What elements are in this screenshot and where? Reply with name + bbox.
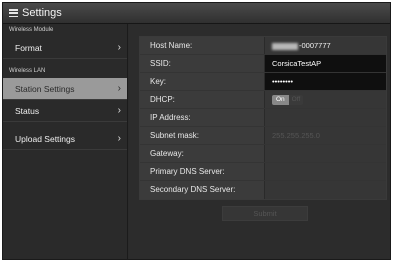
form-row-subnet-mask: Subnet mask: 255.255.255.0 (140, 127, 386, 145)
gateway-field[interactable] (264, 145, 386, 162)
hamburger-menu-icon[interactable] (9, 9, 18, 17)
subnet-mask-label: Subnet mask: (140, 127, 264, 144)
ip-address-field[interactable] (264, 109, 386, 126)
ip-address-label: IP Address: (140, 109, 264, 126)
host-name-suffix: -0007777 (299, 41, 331, 50)
dhcp-toggle[interactable]: On Off (272, 95, 304, 106)
key-field[interactable]: •••••••• (264, 73, 386, 90)
dhcp-label: DHCP: (140, 91, 264, 108)
sidebar-item-label: Station Settings (15, 84, 75, 94)
settings-window: Settings Wireless Module Format › Wirele… (2, 2, 391, 260)
form-row-dhcp: DHCP: On Off (140, 91, 386, 109)
dhcp-toggle-off[interactable]: Off (288, 95, 304, 106)
secondary-dns-field[interactable] (264, 181, 386, 199)
form-row-secondary-dns: Secondary DNS Server: (140, 181, 386, 199)
sidebar-item-label: Status (15, 106, 40, 116)
chevron-right-icon: › (117, 42, 121, 53)
host-name-label: Host Name: (140, 37, 264, 54)
form-row-ip-address: IP Address: (140, 109, 386, 127)
secondary-dns-label: Secondary DNS Server: (140, 181, 264, 199)
sidebar: Wireless Module Format › Wireless LAN St… (3, 24, 128, 259)
sidebar-item-station-settings[interactable]: Station Settings › (3, 78, 127, 100)
chevron-right-icon: › (117, 105, 121, 116)
dhcp-toggle-on[interactable]: On (272, 95, 289, 106)
key-label: Key: (140, 73, 264, 90)
form-row-gateway: Gateway: (140, 145, 386, 163)
host-name-value: -0007777 (264, 37, 386, 54)
sidebar-item-label: Format (15, 43, 42, 53)
sidebar-item-status[interactable]: Status › (3, 100, 127, 122)
section-label-wireless-module: Wireless Module (9, 27, 54, 33)
title-bar: Settings (3, 3, 390, 24)
sidebar-item-upload-settings[interactable]: Upload Settings › (3, 128, 127, 150)
chevron-right-icon: › (117, 133, 121, 144)
ssid-field-wrap (264, 55, 386, 72)
ssid-label: SSID: (140, 55, 264, 72)
subnet-mask-field[interactable]: 255.255.255.0 (264, 127, 386, 144)
form-row-key: Key: •••••••• (140, 73, 386, 91)
submit-button[interactable]: Submit (222, 206, 308, 221)
dhcp-value: On Off (264, 91, 386, 108)
station-settings-form: Host Name: -0007777 SSID: Key: •••••••• … (139, 36, 387, 200)
main-panel: Host Name: -0007777 SSID: Key: •••••••• … (129, 24, 390, 259)
form-row-ssid: SSID: (140, 55, 386, 73)
sidebar-item-format[interactable]: Format › (3, 37, 127, 59)
primary-dns-label: Primary DNS Server: (140, 163, 264, 180)
chevron-right-icon: › (117, 83, 121, 94)
sidebar-item-label: Upload Settings (15, 134, 76, 144)
form-row-host-name: Host Name: -0007777 (140, 37, 386, 55)
gateway-label: Gateway: (140, 145, 264, 162)
page-title: Settings (22, 7, 62, 19)
obscured-text (272, 42, 298, 50)
ssid-input[interactable] (272, 55, 386, 72)
form-row-primary-dns: Primary DNS Server: (140, 163, 386, 181)
section-label-wireless-lan: Wireless LAN (9, 68, 46, 74)
primary-dns-field[interactable] (264, 163, 386, 180)
